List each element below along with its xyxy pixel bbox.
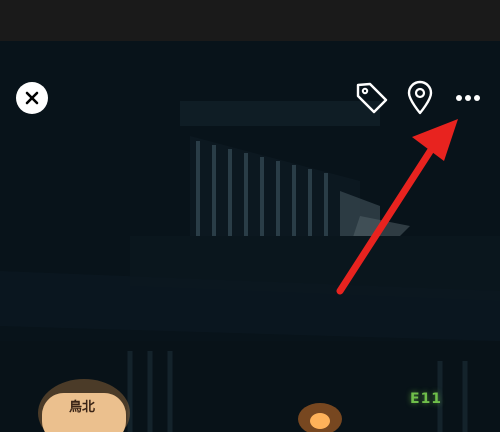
close-button[interactable]	[16, 82, 48, 114]
exit-sign-text: E11	[410, 391, 443, 407]
close-icon	[25, 91, 39, 105]
lantern: 鳥北	[69, 399, 95, 415]
location-button[interactable]	[404, 80, 436, 121]
tag-icon	[356, 82, 388, 114]
location-pin-icon	[407, 80, 433, 115]
more-options-button[interactable]	[454, 88, 482, 113]
tag-button[interactable]	[354, 80, 390, 121]
photo-viewer-screen: E11 鳥北	[0, 0, 500, 432]
more-options-icon	[456, 95, 480, 101]
status-bar	[0, 0, 500, 41]
lantern-text: 鳥北	[69, 399, 95, 415]
